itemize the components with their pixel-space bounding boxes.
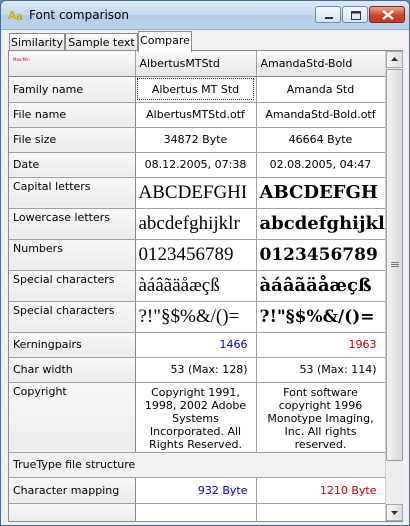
window-title: Font comparison [29,8,130,22]
table-row: Capital letters ABCDEFGHI ABCDEFGH [9,177,385,209]
cell-value[interactable]: 46664 Byte [256,127,385,153]
row-label: Numbers [9,239,136,271]
row-label: Kerningpairs [9,332,136,358]
grip-line [391,264,399,265]
app-icon: A a [8,9,23,22]
row-label: File size [9,127,136,153]
table-row: File name AlbertusMTStd.otf AmandaStd-Bo… [9,102,385,128]
font-sample[interactable]: ABCDEFGHI [135,177,257,209]
font-comparison-window: A a Font comparison Similarity Sample te… [0,0,410,526]
scroll-thumb[interactable] [386,69,403,461]
row-label: Character mapping [9,477,136,504]
kerning-value[interactable]: 1466 [135,332,257,358]
table-row: Copyright Copyright 1991, 1998, 2002 Ado… [9,382,385,453]
cell-value[interactable]: 932 Byte [135,477,257,504]
row-label: Copyright [9,382,136,453]
copyright-text[interactable]: Font software copyright 1996 Monotype Im… [256,382,385,453]
table-row: Family name Albertus MT Std Amanda Std [9,76,385,103]
table-row: Special characters àáâãäåæçß àáâãäåæçß [9,270,385,302]
tab-strip: Similarity Sample text Compare [9,31,403,52]
font-sample[interactable]: abcdefghijklr [135,208,257,240]
table-row: Character mapping 932 Byte 1210 Byte [9,477,385,504]
scroll-up-button[interactable] [386,51,403,68]
cell-value[interactable]: AmandaStd-Bold.otf [256,102,385,128]
table-row: Numbers 0123456789 0123456789 [9,239,385,271]
row-label: File name [9,102,136,128]
table-row: Special characters ?!"§$%&/()= ?!"§$%&/(… [9,301,385,333]
tab-sample-text[interactable]: Sample text [65,33,138,51]
copyright-text-body: Copyright 1991, 1998, 2002 Adobe Systems… [144,385,247,450]
row-label: Special characters [9,301,136,333]
close-button[interactable] [369,6,405,23]
font-column-header[interactable]: AmandaStd-Bold [256,51,385,77]
row-label [9,503,136,521]
arrow-up-icon [391,57,398,61]
cell-value[interactable]: 34872 Byte [135,127,257,153]
table-row: Lowercase letters abcdefghijklr abcdefgh… [9,208,385,240]
maximize-button[interactable] [342,6,368,23]
font-sample[interactable]: àáâãäåæçß [135,270,257,302]
compare-panel: Max Min AlbertusMTStd AmandaStd-Bold Fam… [8,50,403,522]
minimize-button[interactable] [315,6,341,23]
font-sample[interactable]: ABCDEFGH [256,177,385,209]
font-sample[interactable]: ?!"§$%&/()= [135,301,257,333]
cell-value[interactable]: Albertus MT Std [135,76,257,103]
maximize-icon [351,11,361,20]
cell-value [256,503,385,521]
corner-cell: Max Min [9,51,136,77]
font-sample[interactable]: ?!"§$%&/()= [256,301,385,333]
vertical-scrollbar[interactable] [385,51,403,521]
scroll-down-button[interactable] [386,504,403,521]
font-sample[interactable]: abcdefghijklı [256,208,385,240]
comparison-grid[interactable]: Max Min AlbertusMTStd AmandaStd-Bold Fam… [9,51,385,521]
font-column-header[interactable]: AlbertusMTStd [135,51,257,77]
cell-value[interactable]: 53 (Max: 114) [256,357,385,383]
row-label: Family name [9,76,136,103]
max-min-label: Max Min [13,56,30,62]
copyright-text-body: Font software copyright 1996 Monotype Im… [267,385,374,450]
row-label: Char width [9,357,136,383]
table-row: Char width 53 (Max: 128) 53 (Max: 114) [9,357,385,383]
section-row: TrueType file structure [9,452,385,478]
cell-value[interactable]: 02.08.2005, 04:47 [256,152,385,178]
row-label: Date [9,152,136,178]
cell-value[interactable]: 53 (Max: 128) [135,357,257,383]
section-header[interactable]: TrueType file structure [9,452,385,478]
cell-value[interactable]: 1210 Byte [256,477,385,504]
kerning-value[interactable]: 1963 [256,332,385,358]
row-label: Special characters [9,270,136,302]
minimize-icon [325,17,333,19]
table-row: Kerningpairs 1466 1963 [9,332,385,358]
cell-value[interactable]: Amanda Std [256,76,385,103]
row-label: Lowercase letters [9,208,136,240]
header-row: Max Min AlbertusMTStd AmandaStd-Bold [9,51,385,77]
arrow-down-icon [391,511,398,515]
title-bar[interactable]: A a Font comparison [1,1,409,30]
tab-similarity[interactable]: Similarity [9,33,65,51]
cell-value[interactable]: AlbertusMTStd.otf [135,102,257,128]
row-label: Capital letters [9,177,136,209]
grip-line [391,262,399,263]
close-icon [382,10,394,20]
cell-value [135,503,257,521]
font-sample[interactable]: àáâãäåæçß [256,270,385,302]
tab-compare[interactable]: Compare [138,31,192,52]
table-row: Date 08.12.2005, 07:38 02.08.2005, 04:47 [9,152,385,178]
cell-value[interactable]: 08.12.2005, 07:38 [135,152,257,178]
grip-line [391,266,399,267]
font-sample[interactable]: 0123456789 [256,239,385,271]
table-row [9,503,385,521]
font-sample[interactable]: 0123456789 [135,239,257,271]
copyright-text[interactable]: Copyright 1991, 1998, 2002 Adobe Systems… [135,382,257,453]
svg-text:a: a [16,10,23,22]
table-row: File size 34872 Byte 46664 Byte [9,127,385,153]
